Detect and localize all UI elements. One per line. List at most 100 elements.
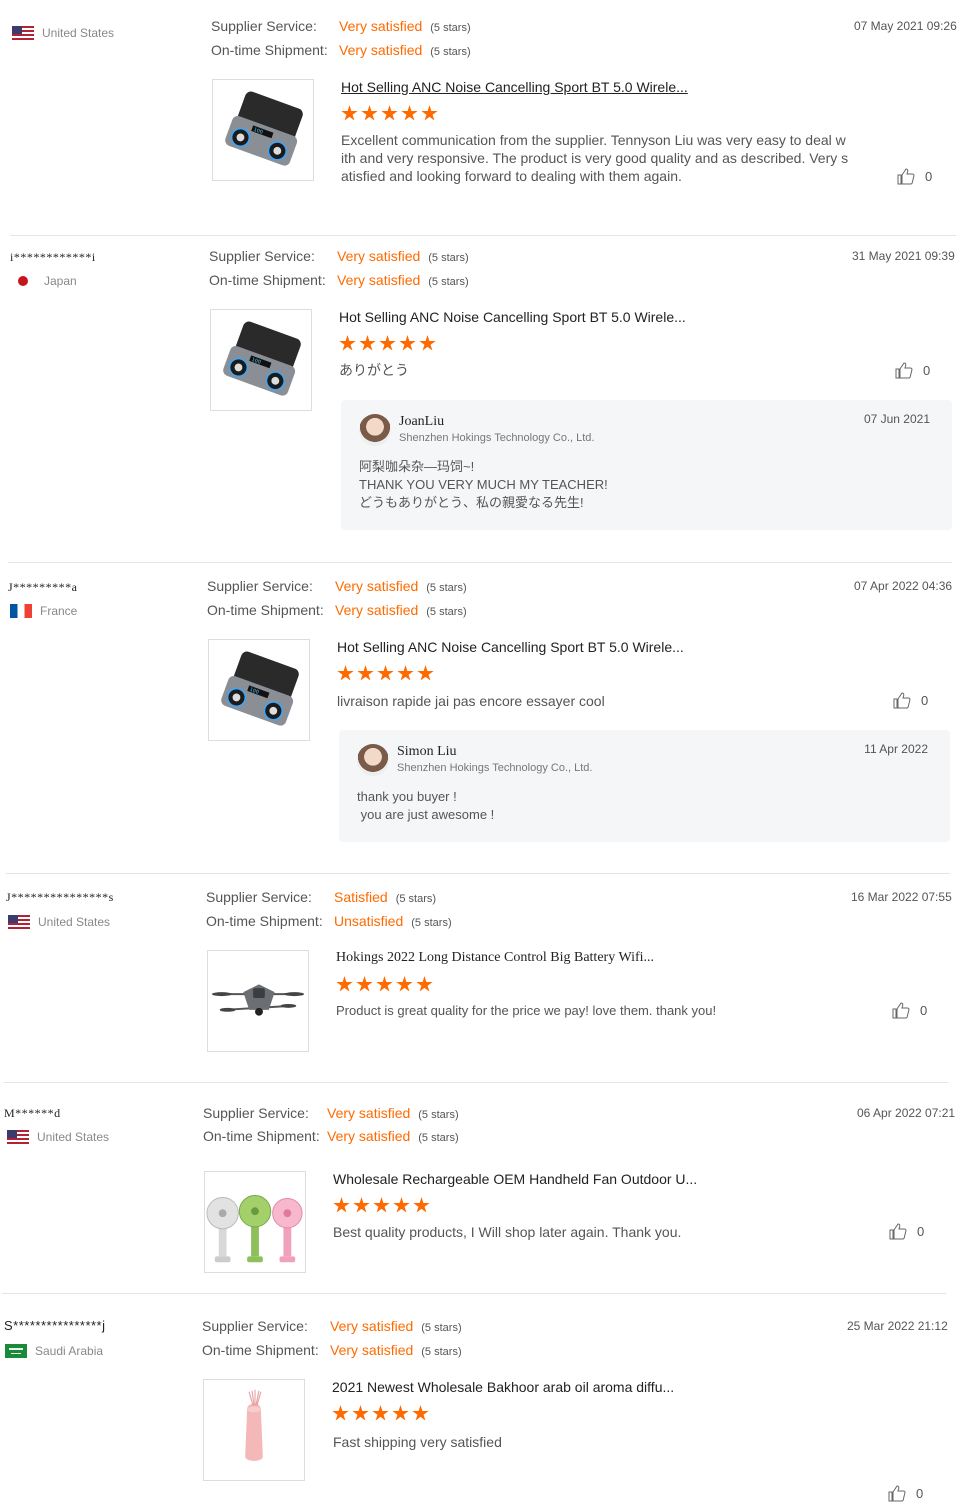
star-icon [337, 665, 354, 681]
buyer-country: United States [7, 1130, 109, 1144]
reply-company: Shenzhen Hokings Technology Co., Ltd. [399, 432, 595, 444]
buyer-country: United States [8, 915, 110, 929]
star-icon [361, 105, 378, 121]
supplier-service-rating: Supplier Service: Very satisfied (5 star… [207, 578, 467, 594]
earbuds-icon: 100 [221, 651, 299, 726]
review-divider [6, 873, 950, 874]
rating-stars [333, 1197, 430, 1214]
country-label: Japan [44, 274, 77, 288]
like-button[interactable]: 0 [888, 1485, 923, 1502]
product-link[interactable]: Hot Selling ANC Noise Cancelling Sport B… [339, 309, 686, 325]
review-comment: Excellent communication from the supplie… [341, 132, 849, 184]
ontime-shipment-rating: On-time Shipment: Unsatisfied (5 stars) [206, 913, 452, 929]
star-icon [341, 105, 358, 121]
product-thumbnail[interactable]: 100 [210, 309, 312, 411]
star-icon [397, 665, 414, 681]
reply-author: Simon Liu [397, 744, 457, 759]
rating-stars [332, 1405, 429, 1422]
country-label: United States [38, 915, 111, 929]
supplier-service-rating: Supplier Service: Very satisfied (5 star… [203, 1105, 459, 1121]
country-label: United States [42, 26, 115, 40]
thumbs-up-icon [893, 692, 911, 709]
reply-author: JoanLiu [399, 414, 445, 429]
star-icon [373, 1197, 390, 1213]
reply-text: thank you buyer ! you are just awesome ! [357, 789, 495, 822]
rating-stars [336, 976, 433, 993]
us-flag-icon [12, 26, 34, 40]
supplier-reply: Simon Liu Shenzhen Hokings Technology Co… [339, 730, 950, 842]
avatar [357, 744, 389, 776]
thumbs-up-icon [889, 1223, 907, 1240]
country-label: Saudi Arabia [35, 1344, 104, 1358]
star-icon [372, 1405, 389, 1421]
star-icon [336, 976, 353, 992]
review-comment: livraison rapide jai pas encore essayer … [337, 693, 605, 709]
us-flag-icon [7, 1130, 29, 1144]
thumbs-up-icon [892, 1002, 910, 1019]
review-date: 16 Mar 2022 07:55 [851, 890, 952, 904]
like-count: 0 [923, 363, 931, 378]
product-link[interactable]: 2021 Newest Wholesale Bakhoor arab oil a… [332, 1379, 674, 1395]
diffuser-icon [245, 1389, 263, 1461]
star-icon [381, 105, 398, 121]
like-count: 0 [916, 1486, 924, 1501]
review-date: 31 May 2021 09:39 [852, 249, 955, 263]
product-link[interactable]: Hokings 2022 Long Distance Control Big B… [336, 950, 654, 966]
star-icon [401, 105, 418, 121]
review-comment: Best quality products, I Will shop later… [333, 1224, 682, 1240]
star-icon [413, 1197, 430, 1213]
product-link[interactable]: Hot Selling ANC Noise Cancelling Sport B… [337, 639, 684, 655]
japan-flag-icon [18, 276, 28, 286]
country-label: France [40, 604, 78, 618]
star-icon [377, 665, 394, 681]
star-icon [357, 665, 374, 681]
like-button[interactable]: 0 [895, 362, 930, 379]
star-icon [356, 976, 373, 992]
star-icon [376, 976, 393, 992]
reply-text: 阿梨咖朵杂—玛饲~! THANK YOU VERY MUCH MY TEACHE… [359, 459, 608, 510]
france-flag-icon [10, 604, 32, 618]
rating-stars [337, 665, 434, 682]
star-icon [379, 335, 396, 351]
fans-icon [206, 1195, 303, 1263]
like-count: 0 [917, 1224, 925, 1239]
rating-stars [341, 105, 438, 122]
product-thumbnail[interactable] [204, 1171, 306, 1273]
ontime-shipment-rating: On-time Shipment: Very satisfied (5 star… [207, 602, 467, 618]
review-divider [4, 1082, 948, 1083]
like-count: 0 [921, 693, 929, 708]
product-thumbnail[interactable]: 100 [208, 639, 310, 741]
like-button[interactable]: 0 [893, 692, 928, 709]
earbuds-icon: 100 [225, 91, 303, 166]
product-link[interactable]: Wholesale Rechargeable OEM Handheld Fan … [333, 1171, 697, 1187]
ontime-shipment-rating: On-time Shipment: Very satisfied (5 star… [211, 42, 471, 58]
supplier-service-rating: Supplier Service: Very satisfied (5 star… [209, 248, 469, 264]
product-thumbnail[interactable]: 100 [212, 79, 314, 181]
star-icon [412, 1405, 429, 1421]
star-icon [332, 1405, 349, 1421]
review-divider [2, 1293, 946, 1294]
ontime-shipment-rating: On-time Shipment: Very satisfied (5 star… [203, 1128, 459, 1144]
like-button[interactable]: 0 [892, 1002, 927, 1019]
thumbs-up-icon [888, 1485, 906, 1502]
like-count: 0 [920, 1003, 928, 1018]
buyer-name: S****************j [4, 1318, 106, 1333]
like-button[interactable]: 0 [889, 1223, 924, 1240]
like-button[interactable]: 0 [897, 168, 932, 185]
review-date: 07 May 2021 09:26 [854, 19, 957, 33]
review-date: 25 Mar 2022 21:12 [847, 1319, 948, 1333]
buyer-country: United States [12, 26, 114, 40]
buyer-country: Japan [12, 274, 77, 288]
ontime-shipment-rating: On-time Shipment: Very satisfied (5 star… [202, 1342, 462, 1358]
drone-icon [211, 984, 305, 1016]
review-comment: ありがとう [339, 362, 409, 378]
product-link[interactable]: Hot Selling ANC Noise Cancelling Sport B… [341, 79, 688, 95]
ontime-shipment-rating: On-time Shipment: Very satisfied (5 star… [209, 272, 469, 288]
product-thumbnail[interactable] [203, 1379, 305, 1481]
review-date: 07 Apr 2022 04:36 [854, 579, 953, 593]
star-icon [417, 665, 434, 681]
star-icon [396, 976, 413, 992]
product-thumbnail[interactable] [207, 950, 309, 1052]
country-label: United States [37, 1130, 110, 1144]
star-icon [339, 335, 356, 351]
